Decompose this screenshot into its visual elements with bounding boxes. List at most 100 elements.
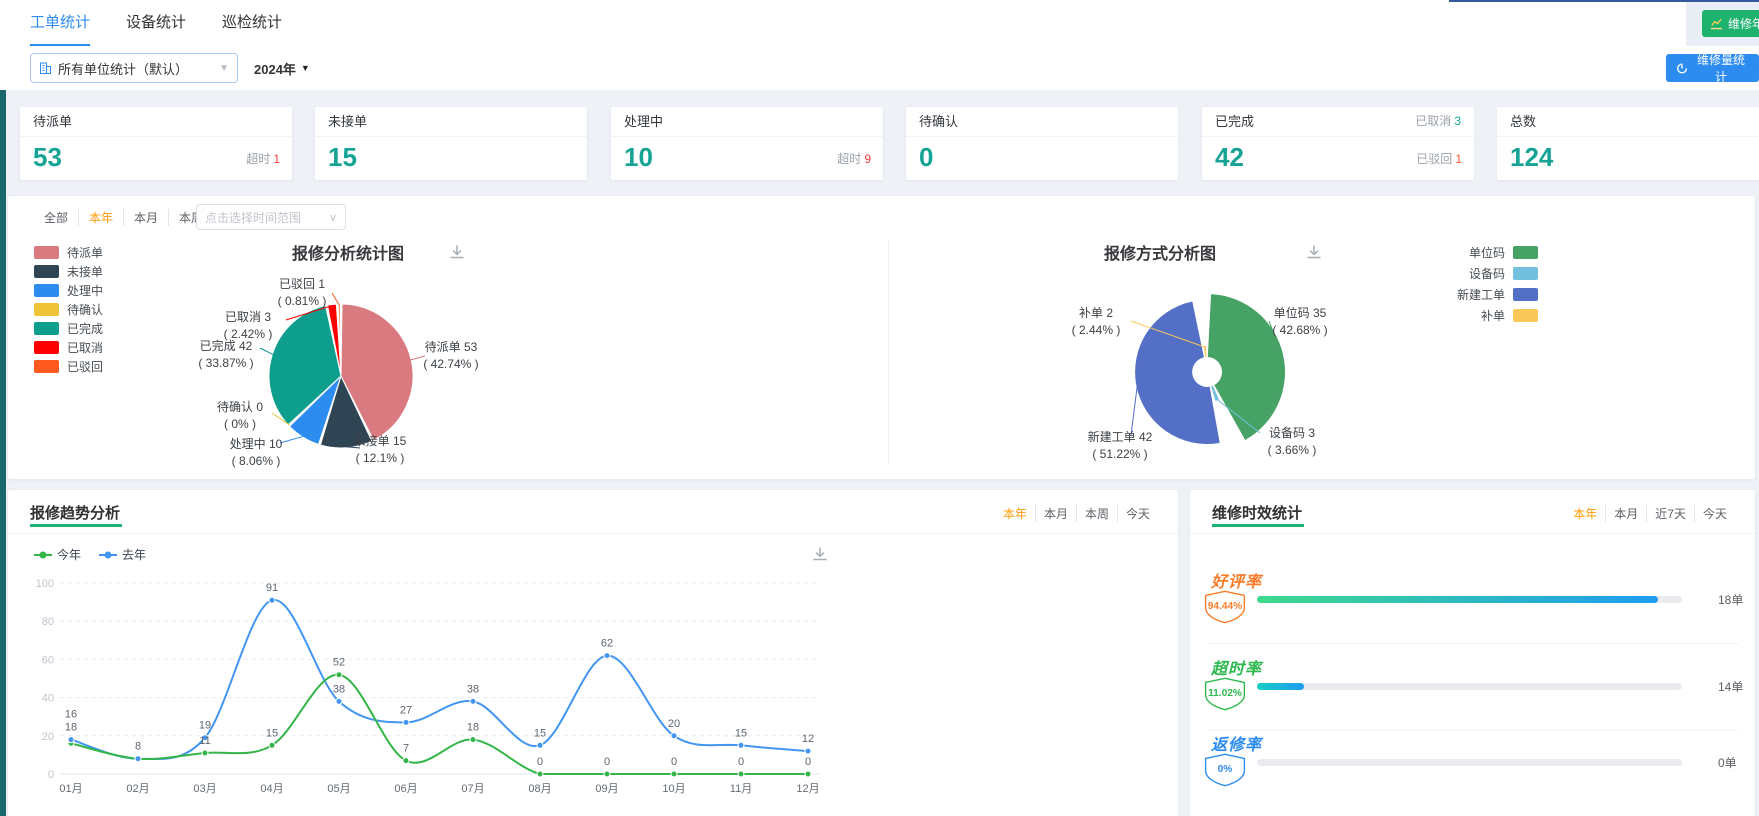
header-divider xyxy=(8,533,1178,534)
sla-filters: 本年 本月 近7天 今天 xyxy=(1565,505,1735,522)
data-label: 18 xyxy=(467,722,479,734)
data-label: 27 xyxy=(400,704,412,716)
pie-label-pct: ( 2.44% ) xyxy=(1072,323,1121,337)
pie-center-hole xyxy=(1194,359,1220,385)
shield-badge-icon: 11.02% xyxy=(1204,677,1246,711)
shield-badge-icon: 94.44% xyxy=(1204,590,1246,624)
data-point xyxy=(804,747,812,755)
x-tick-label: 11月 xyxy=(730,783,752,795)
pie-label-pct: ( 2.42% ) xyxy=(224,327,273,341)
top-tab[interactable]: 工单统计 xyxy=(30,0,91,46)
tabs: 工单统计 设备统计 巡检统计 xyxy=(0,0,1759,46)
x-tick-label: 07月 xyxy=(461,783,484,795)
repair-analysis-pie-chart: 待派单 53 ( 42.74% ) 未接单 15 ( 12.1% ) 处理中 10 ( 8… xyxy=(198,277,478,468)
year-select[interactable]: 2024年 ▼ xyxy=(254,53,310,83)
top-tab[interactable]: 巡检统计 xyxy=(222,0,282,46)
filter-option[interactable]: 本年 xyxy=(1565,505,1605,522)
stat-card-label: 待确认 xyxy=(919,114,959,129)
stat-card-header: 待派单 xyxy=(20,107,292,137)
stat-card-value: 10 xyxy=(624,142,653,172)
filter-option[interactable]: 本月 xyxy=(1034,505,1076,522)
data-point xyxy=(536,770,544,778)
pie-label-line xyxy=(259,347,274,356)
x-tick-label: 01月 xyxy=(59,783,82,795)
time-range-select[interactable]: 点击选择时间范围 ∨ xyxy=(196,204,346,230)
filter-option[interactable]: 本月 xyxy=(123,209,168,226)
caret-down-icon: ▼ xyxy=(219,62,229,74)
filter-option[interactable]: 今天 xyxy=(1693,505,1735,522)
stat-card-body: 15 xyxy=(315,137,587,180)
stat-card-value-note: 超时 9 xyxy=(837,152,871,166)
pie-label: 未接单 15 xyxy=(354,433,407,448)
data-point xyxy=(536,741,544,749)
annual-report-button[interactable]: 维修年报 xyxy=(1702,10,1759,37)
top-tab[interactable]: 设备统计 xyxy=(126,0,186,46)
line-chart-icon xyxy=(1710,18,1723,30)
repair-volume-button[interactable]: 维修量统计 xyxy=(1666,53,1759,84)
stat-card-value-note: 超时 1 xyxy=(246,152,280,166)
data-label: 0 xyxy=(738,756,744,768)
data-point xyxy=(603,652,611,660)
tab-bar: 工单统计设备统计巡检统计 维修年报 xyxy=(0,0,1759,47)
trend-legend-item[interactable]: 去年 xyxy=(99,546,146,563)
data-point xyxy=(804,770,812,778)
data-label: 15 xyxy=(266,727,278,739)
pie-label-pct: ( 42.74% ) xyxy=(423,357,478,371)
unit-select[interactable]: 所有单位统计（默认） ▼ xyxy=(30,53,238,83)
stat-card-body: 0 xyxy=(906,137,1178,180)
repair-method-pie-chart: 单位码 35 ( 42.68% ) 设备码 3 ( 3.66% ) 新建工单 42 ( 5… xyxy=(1072,294,1328,461)
filter-option[interactable]: 近7天 xyxy=(1646,505,1694,522)
sla-count: 14单 xyxy=(1718,680,1744,694)
data-label: 91 xyxy=(266,582,278,594)
svg-text:11.02%: 11.02% xyxy=(1208,688,1242,699)
stat-card-body: 124 xyxy=(1497,137,1759,180)
filter-option[interactable]: 全部 xyxy=(34,209,78,226)
filter-option[interactable]: 本月 xyxy=(1605,505,1646,522)
trend-line-last-year xyxy=(70,599,809,760)
filter-option[interactable]: 本年 xyxy=(995,505,1035,522)
data-point xyxy=(670,770,678,778)
data-point xyxy=(268,741,276,749)
sla-row: 超时率 11.02% 14单 xyxy=(1190,655,1755,725)
trend-legend-item[interactable]: 今年 xyxy=(34,546,81,563)
sla-progress-fill xyxy=(1257,596,1659,603)
pie-label-pct: ( 0% ) xyxy=(224,417,256,431)
pie-label-pct: ( 3.66% ) xyxy=(1268,443,1317,457)
svg-text:0%: 0% xyxy=(1218,764,1233,775)
filter-option[interactable]: 今天 xyxy=(1116,505,1158,522)
row-divider xyxy=(1206,643,1739,644)
unit-select-value: 所有单位统计（默认） xyxy=(58,61,189,77)
x-tick-label: 09月 xyxy=(595,783,618,795)
data-label: 16 xyxy=(65,709,77,721)
stat-card-body: 10 超时 9 xyxy=(611,137,883,180)
legend-label: 今年 xyxy=(57,548,82,562)
shield-badge-icon: 0% xyxy=(1204,753,1246,787)
stat-card: 总数 124 xyxy=(1497,107,1759,180)
filter-option[interactable]: 本年 xyxy=(78,209,123,226)
stat-card-header: 已完成 已取消 3 xyxy=(1202,107,1474,137)
header-divider xyxy=(1190,533,1755,534)
data-point xyxy=(335,697,343,705)
year-value: 2024年 xyxy=(254,61,296,77)
stat-card: 待派单 53 超时 1 xyxy=(20,107,292,180)
stat-card-label: 总数 xyxy=(1510,114,1537,129)
pie-label: 已取消 3 xyxy=(225,310,271,324)
stat-card-header-note: 已取消 3 xyxy=(1415,114,1461,128)
sla-progress-track xyxy=(1257,759,1682,766)
trend-filters: 本年 本月 本周 今天 xyxy=(995,505,1158,522)
pie-slice[interactable] xyxy=(1204,346,1207,358)
filter-option[interactable]: 本周 xyxy=(1075,505,1117,522)
x-tick-label: 12月 xyxy=(796,783,819,795)
annual-report-label: 维修年报 xyxy=(1728,17,1759,31)
title-underline xyxy=(1212,524,1304,527)
repair-volume-label: 维修量统计 xyxy=(1697,53,1746,84)
pie-label-line xyxy=(331,292,340,306)
time-range-placeholder: 点击选择时间范围 xyxy=(205,210,302,225)
analysis-panel: 全部本年本月本周今天 点击选择时间范围 ∨ 报修分析统计图 待派单未接单处理中待… xyxy=(8,196,1755,479)
stat-card-value: 124 xyxy=(1510,142,1554,172)
data-point xyxy=(469,697,477,705)
data-point xyxy=(268,596,276,604)
data-label: 62 xyxy=(601,638,613,650)
caret-down-icon: ▼ xyxy=(300,63,310,73)
left-edge-strip xyxy=(0,88,6,816)
